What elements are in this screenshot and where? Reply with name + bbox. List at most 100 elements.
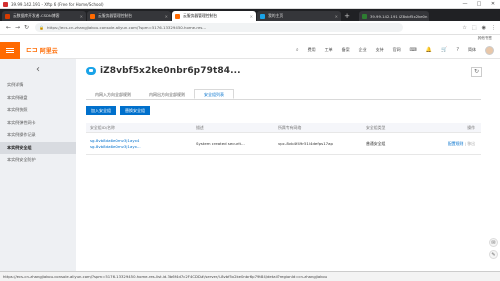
table-row: sg-8vb8da6e0mv3j1ayx4 sg-8vb8da6e0mv3j1a… — [86, 133, 481, 155]
tab-close-icon[interactable]: ✕ — [335, 14, 338, 19]
header-nav-site[interactable]: 官网 — [393, 47, 401, 53]
header-nav-billing[interactable]: 费用 — [308, 47, 316, 53]
floating-toolbar: ✉ ✎ — [488, 60, 500, 271]
security-group-id-cell: sg-8vb8da6e0mv3j1ayx4 sg-8vb8da6e0mv3j1a… — [86, 138, 196, 149]
column-header-desc: 描述 — [196, 124, 204, 130]
window-title-bar: 39.99.142.191 - Xftp 6 (Free for Home/Sc… — [0, 0, 500, 9]
back-arrow-icon[interactable]: ← — [4, 24, 13, 31]
terminal-icon[interactable]: ⌨ — [410, 47, 417, 53]
lock-icon: 🔒 — [39, 25, 44, 30]
type-cell: 普通安全组 — [366, 140, 386, 146]
forward-arrow-icon[interactable]: → — [13, 24, 22, 31]
browser-tab[interactable]: 云数据库开发者-CSDN博客 ✕ — [2, 11, 86, 21]
bell-icon[interactable]: 🔔 — [426, 47, 432, 53]
tab-label: 云服务器管理控制台 — [98, 13, 133, 18]
csdn-favicon-icon — [5, 13, 10, 19]
table-header: 安全组ID/名称 描述 所属专有网络 安全组类型 操作 — [86, 123, 481, 133]
console-header: ⊏⊐ 阿里云 ⌕ 费用 工单 备案 企业 支持 官网 ⌨ 🔔 🛒 ? 简体 — [0, 41, 500, 59]
bookmarks-bar: 其他书签 — [0, 35, 500, 42]
header-nav-support[interactable]: 支持 — [376, 47, 384, 53]
header-nav: ⌕ 费用 工单 备案 企业 支持 官网 ⌨ 🔔 🛒 ? 简体 — [296, 45, 500, 55]
cart-icon[interactable]: 🛒 — [441, 47, 447, 53]
maximize-button[interactable]: □ — [472, 1, 486, 7]
more-menu-icon[interactable]: ⋮ — [491, 25, 496, 31]
action-buttons: 加入安全组 替换安全组 — [86, 106, 150, 115]
avatar[interactable] — [485, 45, 494, 55]
hamburger-menu-icon[interactable] — [0, 41, 20, 59]
extension-icon[interactable]: ⬚ — [472, 25, 477, 31]
url-field[interactable]: 🔒 https://ecs-cn-zhangjiakou.console.ali… — [35, 23, 403, 32]
column-header-id: 安全组ID/名称 — [90, 124, 115, 130]
sidebar-item-snapshots[interactable]: 本实例快照 — [0, 104, 76, 117]
help-icon[interactable]: ? — [456, 47, 459, 53]
actions-cell: 配置规则 | 移出 — [426, 141, 481, 147]
language-switch[interactable]: 简体 — [468, 47, 476, 53]
tab-label: 云数据库开发者-CSDN博客 — [13, 13, 60, 18]
aliyun-favicon-icon — [90, 13, 95, 19]
other-bookmarks-folder[interactable]: 其他书签 — [478, 36, 492, 40]
tab-label: 39.99.142.191 iZ8vbf5x2ke0n — [370, 13, 428, 19]
profile-icon[interactable]: ◉ — [482, 25, 486, 31]
window-controls: — □ ✕ — [458, 1, 500, 7]
instance-title-row: iZ8vbf5x2ke0nbr6p79t84... — [86, 66, 241, 76]
security-group-table: 安全组ID/名称 描述 所属专有网络 安全组类型 操作 sg-8vb8da6e0… — [86, 123, 481, 155]
page-title: iZ8vbf5x2ke0nbr6p79t84... — [100, 66, 241, 76]
browser-status-bar: https://ecs-cn-zhangjiakou.console.aliyu… — [0, 271, 500, 281]
browser-tab[interactable]: 云服务器管理控制台 ✕ — [87, 11, 171, 21]
aliyun-logo-icon: ⊏⊐ — [26, 46, 38, 54]
window-title: 39.99.142.191 - Xftp 6 (Free for Home/Sc… — [11, 1, 104, 7]
header-nav-ticket[interactable]: 工单 — [325, 47, 333, 53]
instance-sidebar: ‹ 实例详情 本实例磁盘 本实例快照 本实例弹性网卡 本实例操作记录 本实例安全… — [0, 59, 76, 271]
app-icon — [3, 1, 8, 7]
reload-icon[interactable]: ↻ — [22, 24, 31, 31]
sidebar-item-eni[interactable]: 本实例弹性网卡 — [0, 117, 76, 130]
tab-label: 云服务器管理控制台 — [183, 13, 218, 18]
configure-rules-link[interactable]: 配置规则 — [448, 141, 464, 146]
close-button[interactable]: ✕ — [486, 1, 500, 7]
tab-security-group-list[interactable]: 安全组列表 — [194, 89, 234, 99]
tab-label: 我的主页 — [268, 13, 284, 18]
refresh-button[interactable]: ↻ — [471, 67, 482, 77]
minimize-button[interactable]: — — [458, 1, 472, 7]
main-content: iZ8vbf5x2ke0nbr6p79t84... ↻ 内网入方向全部规则 内网… — [76, 59, 488, 271]
replace-security-group-button[interactable]: 替换安全组 — [120, 106, 150, 115]
security-group-name-link[interactable]: sg-8vb8da6e0mv3j1ayx... — [90, 144, 196, 150]
sidebar-item-disks[interactable]: 本实例磁盘 — [0, 92, 76, 105]
address-bar-row: ← → ↻ 🔒 https://ecs-cn-zhangjiakou.conso… — [0, 21, 500, 35]
tab-inbound-rules[interactable]: 内网入方向全部规则 — [86, 89, 140, 99]
browser-tab[interactable]: 我的主页 ✕ — [257, 11, 341, 21]
tab-close-icon[interactable]: ✕ — [165, 14, 168, 19]
header-nav-icp[interactable]: 备案 — [342, 47, 350, 53]
browser-tab-active[interactable]: 云服务器管理控制台 ✕ — [172, 11, 256, 21]
logo-text: 阿里云 — [39, 47, 58, 55]
tab-close-icon[interactable]: ✕ — [250, 14, 253, 19]
remove-link[interactable]: 移出 — [467, 141, 475, 146]
column-header-actions: 操作 — [467, 124, 475, 130]
column-header-vpc: 所属专有网络 — [278, 124, 302, 130]
aliyun-logo[interactable]: ⊏⊐ 阿里云 — [26, 46, 58, 55]
search-icon[interactable]: ⌕ — [296, 47, 299, 53]
sidebar-item-instance-details[interactable]: 实例详情 — [0, 79, 76, 92]
browser-tab-strip: 云数据库开发者-CSDN博客 ✕ 云服务器管理控制台 ✕ 云服务器管理控制台 ✕… — [0, 9, 500, 21]
column-header-type: 安全组类型 — [366, 124, 386, 130]
header-nav-enterprise[interactable]: 企业 — [359, 47, 367, 53]
tab-outbound-rules[interactable]: 内网出方向全部规则 — [140, 89, 194, 99]
join-security-group-button[interactable]: 加入安全组 — [86, 106, 116, 115]
browser-tab[interactable]: 39.99.142.191 iZ8vbf5x2ke0n — [359, 11, 429, 21]
description-cell: System created securit... — [196, 141, 245, 146]
tab-close-icon[interactable]: ✕ — [80, 14, 83, 19]
star-icon[interactable]: ☆ — [462, 25, 466, 31]
feedback-icon[interactable]: ✎ — [489, 250, 498, 259]
browser-toolbar-right: ☆ ⬚ ◉ ⋮ — [462, 25, 496, 31]
subtab-bar: 内网入方向全部规则 内网出方向全部规则 安全组列表 — [86, 89, 481, 100]
chat-icon[interactable]: ✉ — [489, 238, 498, 247]
sidebar-item-security-protection[interactable]: 本实例安全防护 — [0, 154, 76, 167]
back-chevron-icon[interactable]: ‹ — [0, 59, 76, 79]
sidebar-item-security-groups[interactable]: 本实例安全组 — [0, 141, 76, 154]
vpc-cell: vpc-8vb4f49r51l4defps17ap — [278, 141, 333, 146]
sidebar-item-operation-logs[interactable]: 本实例操作记录 — [0, 129, 76, 142]
url-text: https://ecs-cn-zhangjiakou.console.aliyu… — [46, 25, 207, 30]
new-tab-button[interactable]: + — [342, 11, 352, 21]
aliyun-favicon-icon — [175, 13, 180, 19]
ecs-instance-icon — [86, 67, 96, 75]
